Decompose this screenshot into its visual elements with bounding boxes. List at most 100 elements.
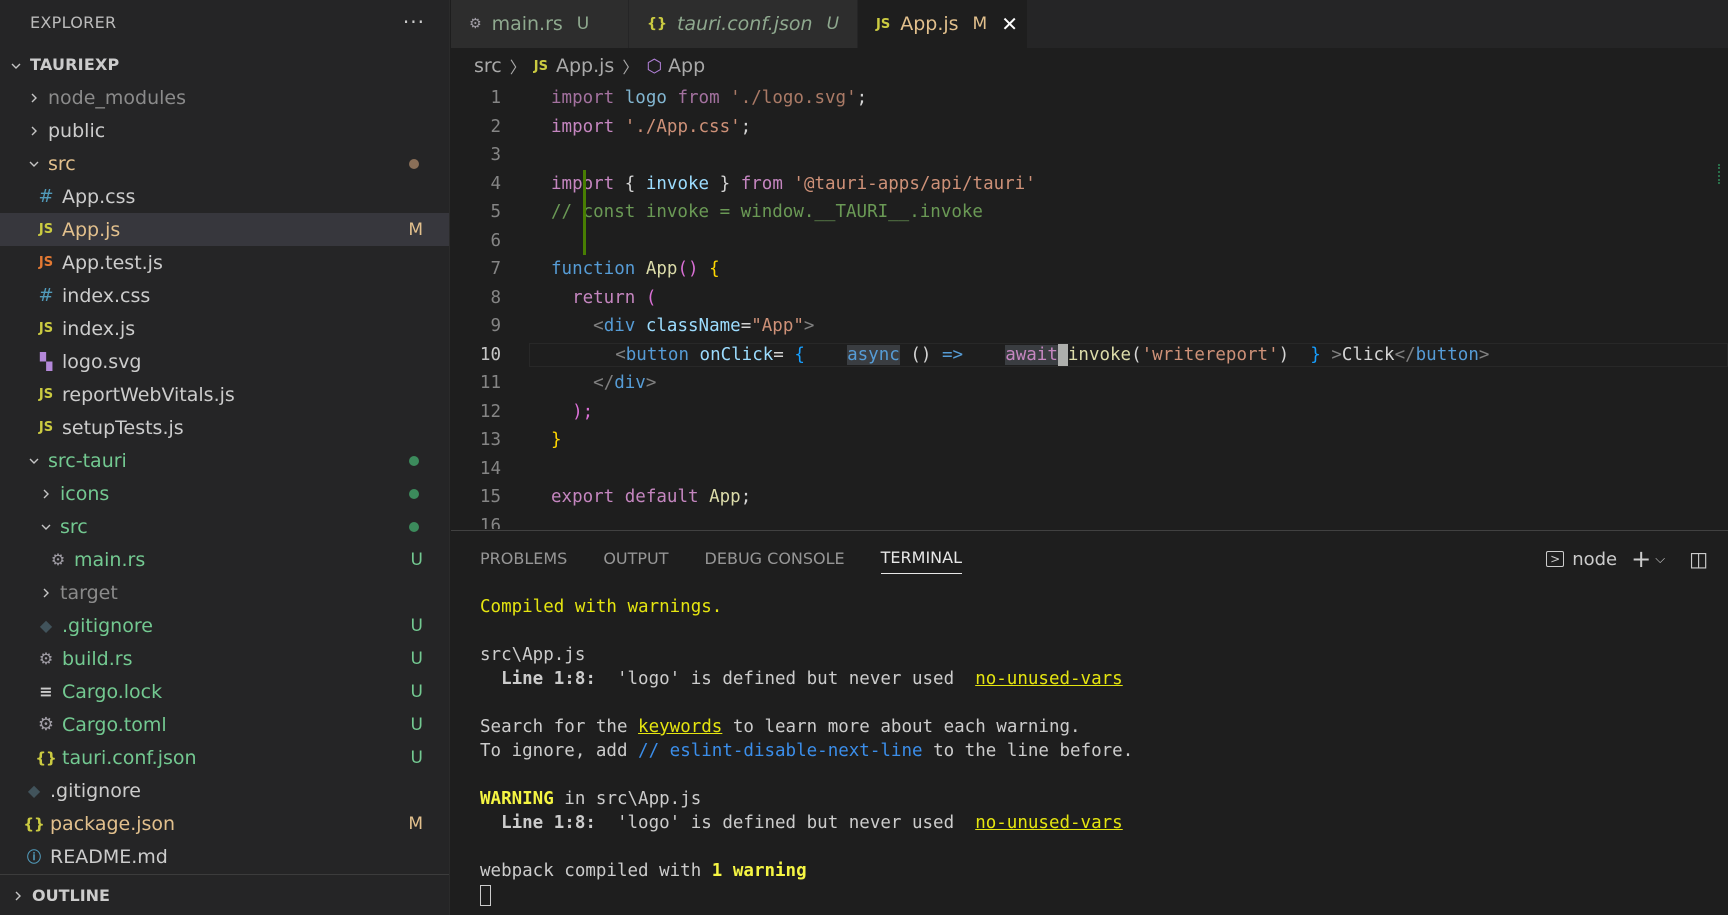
tree-item-index-css[interactable]: # index.css [0,279,449,312]
lock-file-icon: ≡ [39,682,53,701]
untracked-dot [409,455,419,466]
line-number: 10 [479,344,501,365]
status-badge: M [408,813,423,834]
chevron-right-icon: 〉 [509,58,526,77]
terminal-output[interactable]: Compiled with warnings. src\App.js Line … [480,595,1718,907]
code-line: 14 [451,455,1728,484]
gear-icon: ⚙ [37,714,55,735]
rust-file-icon: ⚙ [38,649,54,668]
line-number: 3 [490,145,501,166]
tree-item-gitignore-tauri[interactable]: ◆ .gitignore U [0,609,449,642]
more-actions-icon[interactable]: ··· [403,10,425,34]
tree-item-main-rs[interactable]: ⚙ main.rs U [0,543,449,576]
tree-item-src-tauri[interactable]: src-tauri [0,444,449,477]
added-line-marker [513,198,586,227]
terminal-shell-name[interactable]: node [1572,549,1617,570]
breadcrumb: src 〉 JS App.js 〉 ⬡ App [451,48,1728,84]
code-line-current: 10 <button onClick= { async () => await i… [451,341,1728,370]
explorer-title: EXPLORER [30,12,117,32]
code-line: 9 <div className="App"> [451,312,1728,341]
json-file-icon: {} [35,748,57,767]
tab-app-js[interactable]: JS App.js M ✕ [858,0,1028,48]
untracked-dot [409,521,419,532]
line-number: 1 [490,88,501,109]
tab-debug-console[interactable]: DEBUG CONSOLE [705,543,845,574]
tab-terminal[interactable]: TERMINAL [880,542,963,574]
code-editor[interactable]: 1 import logo from './logo.svg'; 2 impor… [451,84,1728,529]
tree-item-app-css[interactable]: # App.css [0,180,449,213]
tree-item-src[interactable]: src [0,147,449,180]
code-line: 13 } [451,426,1728,455]
breadcrumb-symbol[interactable]: App [668,55,705,77]
untracked-dot [409,488,419,499]
rust-file-icon: ⚙ [469,16,482,32]
json-file-icon: {} [647,16,667,32]
tree-item-node-modules[interactable]: node_modules [0,81,449,114]
js-file-icon: JS [38,420,54,435]
tree-item-app-js[interactable]: JS App.js M [0,213,449,246]
line-number: 13 [479,430,501,451]
chevron-right-icon [26,120,42,142]
code-line: 2 import './App.css'; [451,113,1728,142]
explorer-sidebar: EXPLORER ··· TAURIEXP node_modules publi… [0,0,450,915]
line-number: 9 [490,316,501,337]
code-line: 7 function App() { [451,255,1728,284]
outline-section[interactable]: OUTLINE [0,874,449,915]
tree-item-target[interactable]: target [0,576,449,609]
line-number: 15 [479,487,501,508]
tree-item-setup-tests[interactable]: JS setupTests.js [0,411,449,444]
code-line: 1 import logo from './logo.svg'; [451,84,1728,113]
tree-item-gitignore[interactable]: ◆ .gitignore [0,774,449,807]
tree-item-package-json[interactable]: {} package.json M [0,807,449,840]
code-line: 12 ); [451,398,1728,427]
css-file-icon: # [38,186,54,207]
line-number: 2 [490,116,501,137]
line-number: 11 [479,373,501,394]
new-terminal-icon[interactable]: + [1631,545,1651,573]
js-file-icon: JS [38,222,54,237]
tree-item-icons[interactable]: icons [0,477,449,510]
split-terminal-icon[interactable]: ◫ [1689,547,1708,571]
tree-item-readme[interactable]: ⓘ README.md [0,840,449,873]
bottom-panel: PROBLEMS OUTPUT DEBUG CONSOLE TERMINAL >… [451,530,1728,915]
breadcrumb-folder[interactable]: src [474,55,502,77]
chevron-down-icon [26,450,42,472]
line-number: 7 [490,259,501,280]
breadcrumb-file[interactable]: App.js [556,55,614,77]
code-line: 15 export default App; [451,483,1728,512]
tree-item-report-web-vitals[interactable]: JS reportWebVitals.js [0,378,449,411]
js-file-icon: JS [38,387,54,402]
added-line-marker [513,169,586,199]
info-icon: ⓘ [27,849,41,866]
tab-main-rs[interactable]: ⚙ main.rs U [451,0,629,48]
tree-item-logo-svg[interactable]: ▚ logo.svg [0,345,449,378]
cube-icon: ⬡ [646,55,663,77]
chevron-down-icon[interactable]: ⌵ [1655,552,1665,567]
terminal-icon[interactable]: > [1546,551,1565,567]
terminal-cursor [480,884,491,906]
tree-item-src-tauri-src[interactable]: src [0,510,449,543]
close-icon[interactable]: ✕ [1001,12,1018,36]
chevron-right-icon [38,483,54,505]
file-tree: TAURIEXP node_modules public src # App.c… [0,48,449,873]
line-number: 12 [479,401,501,422]
folder-root[interactable]: TAURIEXP [0,48,449,81]
json-file-icon: {} [23,814,45,833]
tree-item-tauri-conf[interactable]: {} tauri.conf.json U [0,741,449,774]
tree-item-public[interactable]: public [0,114,449,147]
tab-output[interactable]: OUTPUT [603,543,668,574]
svg-file-icon: ▚ [39,352,53,371]
tree-item-cargo-lock[interactable]: ≡ Cargo.lock U [0,675,449,708]
chevron-right-icon [26,87,42,109]
tab-problems[interactable]: PROBLEMS [480,543,567,574]
tree-item-app-test-js[interactable]: JS App.test.js [0,246,449,279]
tree-item-cargo-toml[interactable]: ⚙ Cargo.toml U [0,708,449,741]
tree-item-index-js[interactable]: JS index.js [0,312,449,345]
tree-item-build-rs[interactable]: ⚙ build.rs U [0,642,449,675]
tab-tauri-conf[interactable]: {} tauri.conf.json U [629,0,858,48]
chevron-right-icon [10,886,26,905]
status-badge: U [410,747,423,768]
line-number: 8 [490,287,501,308]
chevron-down-icon [8,55,24,74]
status-badge: U [410,648,423,669]
